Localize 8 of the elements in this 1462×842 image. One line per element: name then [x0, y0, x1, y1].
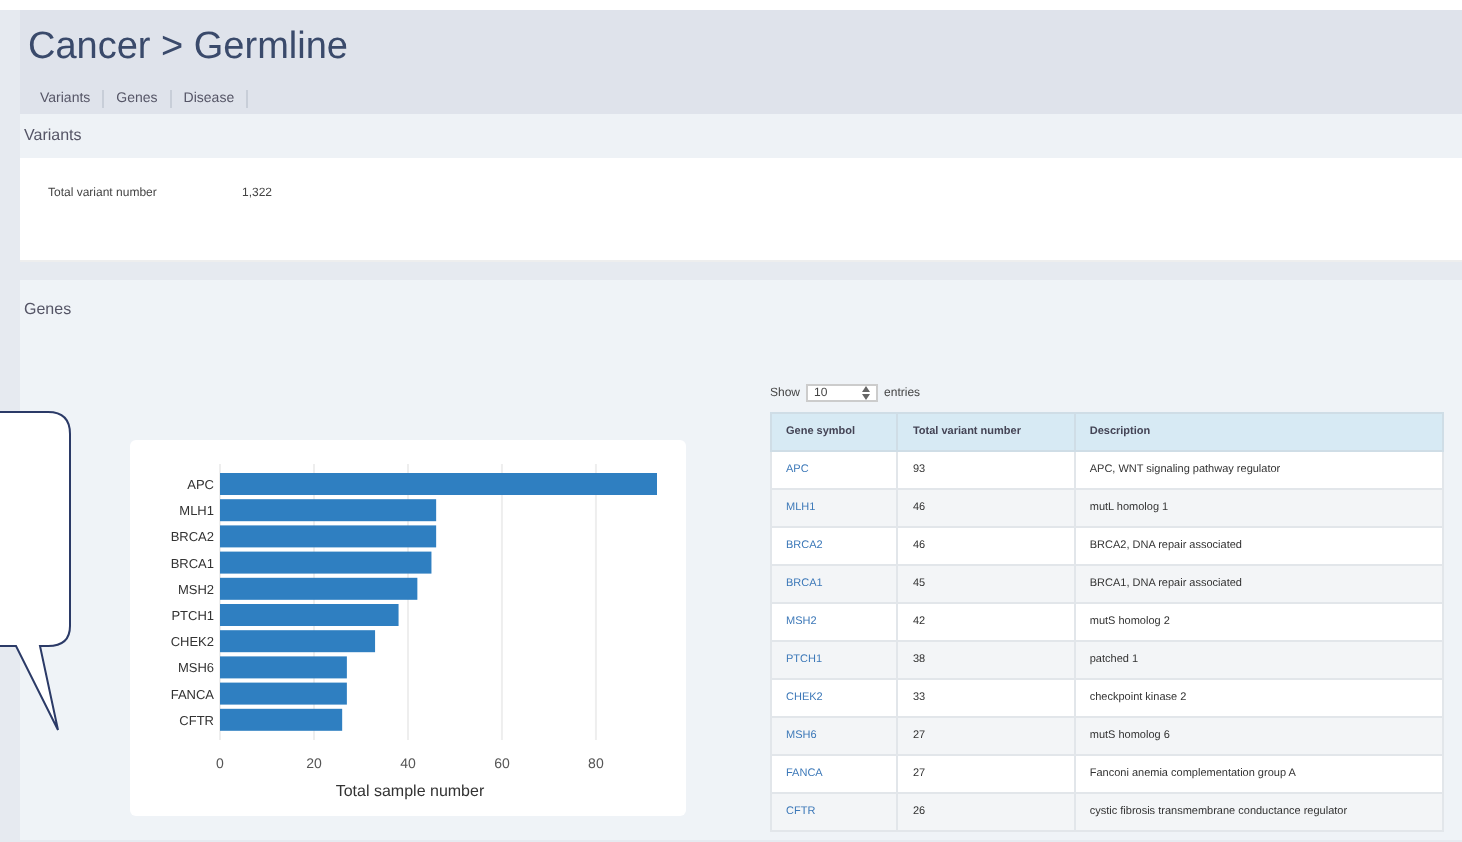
panel-title: Variants — [20, 114, 1462, 158]
bar — [220, 656, 347, 679]
updown-arrows-icon — [862, 386, 871, 400]
panel-title: Genes — [24, 300, 74, 318]
page-title: Cancer > Germline — [28, 26, 348, 70]
bar — [220, 708, 343, 731]
bar — [220, 682, 347, 705]
axis-title: Total sample number — [335, 782, 485, 800]
